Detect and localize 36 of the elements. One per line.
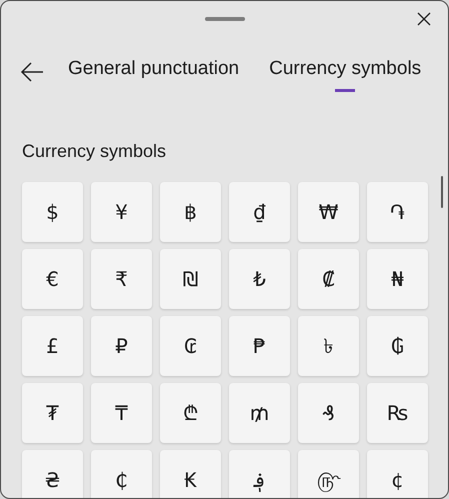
- symbol-key[interactable]: ₥: [229, 383, 290, 443]
- category-tab[interactable]: General punctuation: [68, 54, 240, 92]
- symbol-key[interactable]: $: [22, 182, 83, 242]
- symbol-key[interactable]: ₫: [229, 182, 290, 242]
- symbol-key[interactable]: ₭: [160, 450, 221, 498]
- symbol-key[interactable]: ₾: [160, 383, 221, 443]
- symbol-key[interactable]: €: [22, 249, 83, 309]
- back-arrow-icon[interactable]: [20, 62, 44, 82]
- symbol-key[interactable]: ฿: [160, 182, 221, 242]
- symbol-key[interactable]: ₸: [91, 383, 152, 443]
- symbol-key[interactable]: ₰: [298, 383, 359, 443]
- symbol-key[interactable]: ₵: [91, 450, 152, 498]
- symbol-key[interactable]: ৳: [298, 316, 359, 376]
- symbol-key[interactable]: ₹: [91, 249, 152, 309]
- section-title: Currency symbols: [22, 141, 168, 163]
- symbol-key[interactable]: ௹: [298, 450, 359, 498]
- symbol-key[interactable]: ¢: [367, 450, 428, 498]
- symbol-key[interactable]: ¥: [91, 182, 152, 242]
- symbol-key[interactable]: ₪: [160, 249, 221, 309]
- symbol-key[interactable]: ֏: [367, 182, 428, 242]
- scrollbar-thumb[interactable]: [441, 176, 443, 208]
- symbol-key[interactable]: ₲: [367, 316, 428, 376]
- symbol-key[interactable]: ₱: [229, 316, 290, 376]
- symbol-key[interactable]: ₮: [22, 383, 83, 443]
- symbol-key[interactable]: ؋: [229, 450, 290, 498]
- symbol-key[interactable]: ₴: [22, 450, 83, 498]
- symbol-key[interactable]: ₦: [367, 249, 428, 309]
- symbol-key[interactable]: ₽: [91, 316, 152, 376]
- symbol-key[interactable]: £: [22, 316, 83, 376]
- symbol-key[interactable]: ₩: [298, 182, 359, 242]
- symbol-key[interactable]: ₢: [160, 316, 221, 376]
- drag-handle[interactable]: [204, 17, 244, 21]
- symbol-key[interactable]: ₨: [367, 383, 428, 443]
- symbol-key[interactable]: ₡: [298, 249, 359, 309]
- symbol-key[interactable]: ₺: [229, 249, 290, 309]
- close-icon[interactable]: [417, 12, 431, 26]
